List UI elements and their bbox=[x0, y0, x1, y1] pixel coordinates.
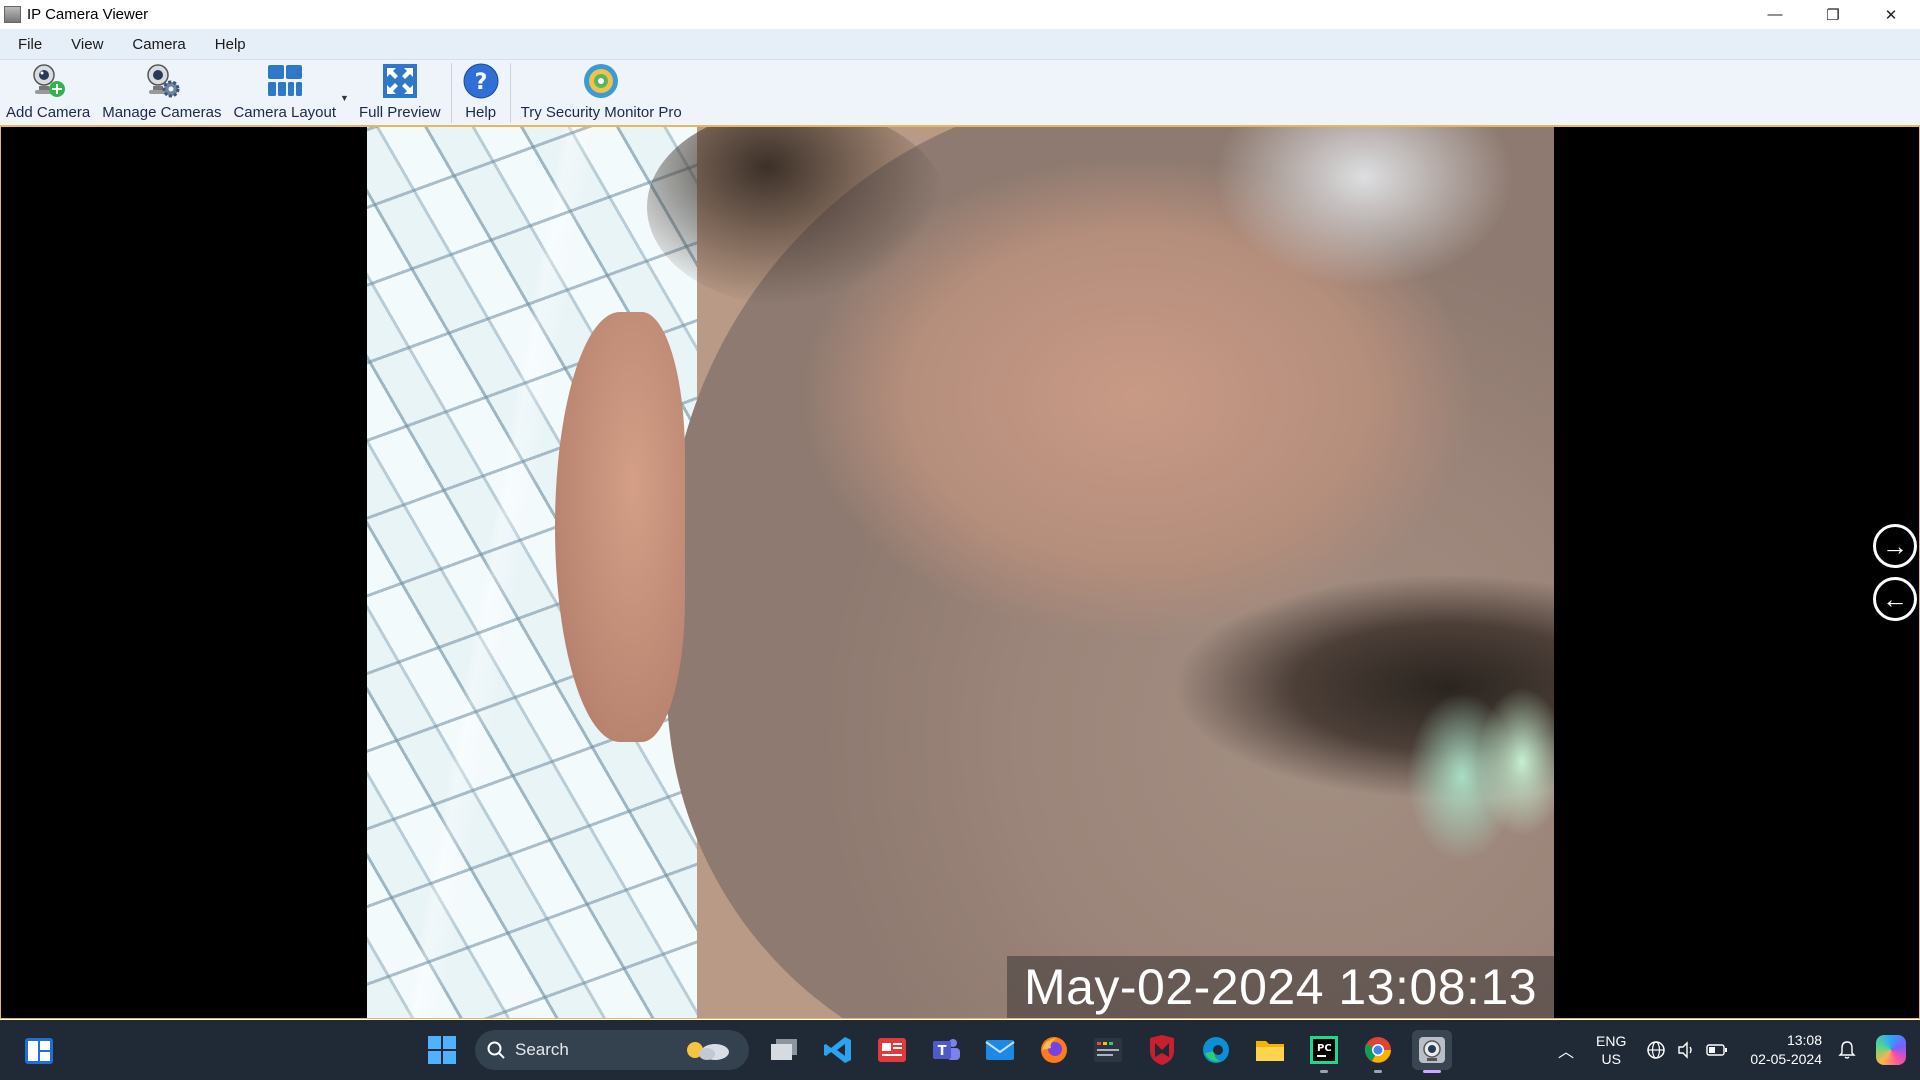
network-icon bbox=[1647, 1041, 1666, 1059]
taskbar-app-task-view[interactable] bbox=[764, 1030, 804, 1070]
clock-time: 13:08 bbox=[1786, 1032, 1822, 1048]
svg-text:PC: PC bbox=[1317, 1043, 1332, 1054]
menu-file[interactable]: File bbox=[0, 36, 54, 53]
app-icon bbox=[4, 6, 21, 23]
clock-date: 02-05-2024 bbox=[1750, 1051, 1822, 1067]
taskbar-app-file-explorer[interactable] bbox=[1250, 1030, 1290, 1070]
svg-text:?: ? bbox=[474, 70, 487, 95]
add-camera-icon bbox=[33, 64, 66, 97]
chrome-icon bbox=[1364, 1037, 1391, 1063]
help-button[interactable]: ? Help bbox=[456, 60, 506, 125]
add-camera-label: Add Camera bbox=[6, 104, 91, 121]
help-label: Help bbox=[465, 104, 497, 121]
start-button[interactable] bbox=[422, 1030, 462, 1070]
security-monitor-icon bbox=[584, 64, 619, 98]
firefox-icon bbox=[1041, 1037, 1067, 1063]
manage-cameras-icon bbox=[147, 64, 180, 98]
fullscreen-icon bbox=[382, 64, 417, 98]
full-preview-label: Full Preview bbox=[358, 104, 441, 121]
try-security-monitor-pro-button[interactable]: Try Security Monitor Pro bbox=[515, 60, 688, 125]
running-indicator bbox=[1320, 1070, 1328, 1073]
taskbar-app-terminal[interactable] bbox=[1088, 1030, 1128, 1070]
taskbar-app-mcafee[interactable] bbox=[1142, 1030, 1182, 1070]
taskbar-center: Search T PC bbox=[415, 1028, 1459, 1073]
taskbar-app-pycharm[interactable]: PC bbox=[1304, 1030, 1344, 1073]
search-icon bbox=[487, 1041, 505, 1059]
toolbar-separator bbox=[509, 62, 511, 123]
camera-viewer: May-02-2024 13:08:13 → ← bbox=[0, 127, 1920, 1019]
manage-cameras-label: Manage Cameras bbox=[102, 104, 222, 121]
volume-icon bbox=[1678, 1041, 1693, 1059]
news-icon bbox=[878, 1038, 906, 1062]
window-title: IP Camera Viewer bbox=[27, 6, 149, 23]
vscode-icon bbox=[824, 1037, 851, 1063]
manage-cameras-button[interactable]: Manage Cameras bbox=[96, 60, 227, 125]
feed-ear bbox=[555, 312, 685, 742]
chevron-down-icon[interactable]: ▼ bbox=[340, 83, 349, 103]
pycharm-icon: PC bbox=[1310, 1036, 1338, 1064]
title-bar: IP Camera Viewer — ❐ ✕ bbox=[0, 0, 1920, 29]
windows-start-icon bbox=[428, 1036, 456, 1064]
toolbar-separator bbox=[450, 62, 452, 123]
system-tray: ︿ ENG US 13:08 02-05-2024 bbox=[1558, 1020, 1920, 1080]
close-button[interactable]: ✕ bbox=[1862, 0, 1920, 29]
language-region: US bbox=[1601, 1051, 1621, 1067]
menu-bar: File View Camera Help bbox=[0, 29, 1920, 60]
language-code: ENG bbox=[1596, 1033, 1627, 1049]
widgets-icon[interactable] bbox=[24, 1037, 54, 1065]
taskbar-app-news[interactable] bbox=[872, 1030, 912, 1070]
full-preview-button[interactable]: Full Preview bbox=[353, 60, 447, 125]
camera-layout-label: Camera Layout bbox=[233, 104, 337, 121]
taskbar-app-teams[interactable]: T bbox=[926, 1030, 966, 1070]
teams-icon: T bbox=[933, 1039, 960, 1060]
menu-camera[interactable]: Camera bbox=[115, 36, 197, 53]
copilot-icon[interactable] bbox=[1876, 1035, 1906, 1065]
add-camera-button[interactable]: Add Camera bbox=[0, 60, 96, 125]
toolbar: Add Camera Manage Cameras Camera Layout … bbox=[0, 60, 1920, 127]
taskbar-app-ip-camera-viewer[interactable] bbox=[1412, 1030, 1452, 1073]
tray-icons[interactable] bbox=[1646, 1040, 1728, 1060]
language-indicator[interactable]: ENG US bbox=[1596, 1032, 1626, 1068]
camera-layout-icon bbox=[267, 65, 302, 96]
running-indicator bbox=[1374, 1070, 1382, 1073]
camera-layout-button[interactable]: Camera Layout bbox=[227, 60, 342, 125]
mail-icon bbox=[985, 1040, 1015, 1060]
taskbar-app-mail[interactable] bbox=[980, 1030, 1020, 1070]
camera-feed[interactable]: May-02-2024 13:08:13 bbox=[367, 127, 1554, 1018]
taskbar-app-chrome[interactable] bbox=[1358, 1030, 1398, 1073]
try-security-monitor-pro-label: Try Security Monitor Pro bbox=[520, 104, 682, 121]
task-view-icon bbox=[771, 1039, 797, 1060]
running-indicator bbox=[1423, 1070, 1441, 1073]
terminal-icon bbox=[1094, 1038, 1122, 1062]
taskbar-app-edge[interactable] bbox=[1196, 1030, 1236, 1070]
chevron-up-icon[interactable]: ︿ bbox=[1558, 1038, 1574, 1062]
ip-camera-viewer-icon bbox=[1419, 1037, 1445, 1063]
taskbar-app-vscode[interactable] bbox=[818, 1030, 858, 1070]
taskbar: Search T PC ︿ ENG US 13:08 02-05-2024 bbox=[0, 1020, 1920, 1080]
taskbar-search[interactable]: Search bbox=[475, 1030, 749, 1070]
camera-timestamp: May-02-2024 13:08:13 bbox=[1007, 956, 1554, 1018]
weather-icon bbox=[687, 1042, 729, 1060]
search-label: Search bbox=[515, 1040, 569, 1059]
notification-bell-icon[interactable] bbox=[1838, 1040, 1856, 1060]
minimize-button[interactable]: — bbox=[1746, 0, 1804, 29]
edge-icon bbox=[1203, 1037, 1229, 1063]
window-controls: — ❐ ✕ bbox=[1746, 0, 1920, 29]
next-camera-arrow-icon[interactable]: → bbox=[1873, 524, 1917, 568]
battery-icon bbox=[1706, 1044, 1728, 1056]
help-icon: ? bbox=[463, 63, 499, 99]
mcafee-icon bbox=[1150, 1035, 1174, 1065]
restore-button[interactable]: ❐ bbox=[1804, 0, 1862, 29]
menu-help[interactable]: Help bbox=[198, 36, 258, 53]
menu-view[interactable]: View bbox=[54, 36, 115, 53]
taskbar-clock[interactable]: 13:08 02-05-2024 bbox=[1750, 1031, 1822, 1069]
taskbar-app-firefox[interactable] bbox=[1034, 1030, 1074, 1070]
svg-text:T: T bbox=[938, 1044, 947, 1059]
previous-camera-arrow-icon[interactable]: ← bbox=[1873, 577, 1917, 621]
folder-icon bbox=[1256, 1041, 1284, 1061]
